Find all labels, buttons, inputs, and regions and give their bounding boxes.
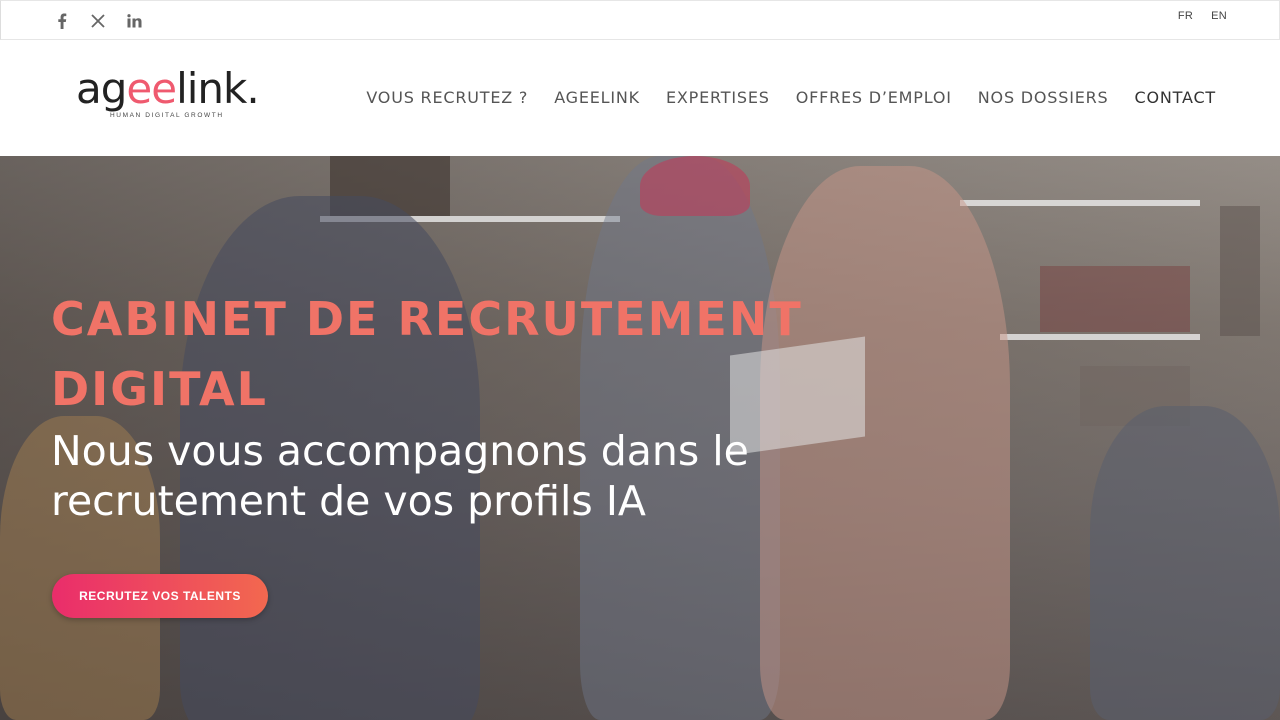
- logo-part2: link.: [176, 64, 260, 113]
- logo-part1: ag: [76, 64, 127, 113]
- top-bar: FR EN: [0, 0, 1280, 40]
- logo-tagline: HUMAN DIGITAL GROWTH: [110, 112, 224, 119]
- nav-vous-recrutez[interactable]: VOUS RECRUTEZ ?: [366, 88, 528, 107]
- person-silhouette: [1090, 406, 1280, 720]
- books: [1040, 266, 1190, 332]
- linkedin-icon[interactable]: [125, 11, 143, 31]
- nav-nos-dossiers[interactable]: NOS DOSSIERS: [978, 88, 1109, 107]
- books: [1220, 206, 1260, 336]
- logo-accent: ee: [126, 64, 177, 113]
- main-nav: VOUS RECRUTEZ ? AGEELINK EXPERTISES OFFR…: [366, 88, 1216, 107]
- logo-wordmark: ag ee link.: [76, 64, 260, 113]
- language-switcher: FR EN: [1178, 10, 1227, 22]
- shelf: [1000, 334, 1200, 340]
- nav-contact[interactable]: CONTACT: [1135, 88, 1216, 107]
- facebook-icon[interactable]: [53, 11, 71, 31]
- hero-subtitle: Nous vous accompagnons dans le recruteme…: [51, 427, 749, 525]
- x-twitter-icon[interactable]: [89, 11, 107, 31]
- site-header: ag ee link. HUMAN DIGITAL GROWTH VOUS RECR…: [0, 40, 1280, 156]
- social-links: [53, 11, 143, 31]
- hat: [640, 156, 750, 216]
- nav-expertises[interactable]: EXPERTISES: [666, 88, 770, 107]
- hero-title: CABINET DE RECRUTEMENT DIGITAL: [51, 292, 803, 416]
- nav-offres-emploi[interactable]: OFFRES D’EMPLOI: [796, 88, 952, 107]
- recruit-talents-button[interactable]: RECRUTEZ VOS TALENTS: [52, 574, 268, 618]
- lang-en[interactable]: EN: [1211, 10, 1227, 22]
- shelf: [960, 200, 1200, 206]
- nav-ageelink[interactable]: AGEELINK: [554, 88, 640, 107]
- hero-section: CABINET DE RECRUTEMENT DIGITAL Nous vous…: [0, 156, 1280, 720]
- lang-fr[interactable]: FR: [1178, 10, 1193, 22]
- logo[interactable]: ag ee link. HUMAN DIGITAL GROWTH: [76, 66, 276, 132]
